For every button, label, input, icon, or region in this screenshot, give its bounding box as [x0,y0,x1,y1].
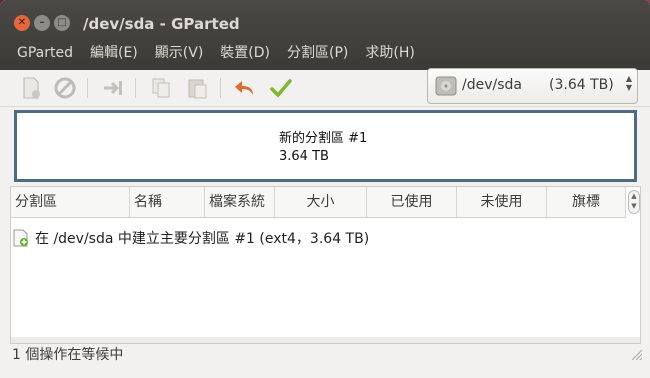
partition-map-label: 新的分割區 #1 3.64 TB [279,130,367,166]
column-used[interactable]: 已使用 [367,187,457,217]
menu-help[interactable]: 求助(H) [348,42,414,64]
menu-gparted[interactable]: GParted [0,42,73,64]
column-flags[interactable]: 旗標 [547,187,626,217]
resize-move-icon[interactable] [101,76,125,100]
undo-icon[interactable] [233,76,257,100]
close-icon[interactable]: ✕ [14,15,30,31]
gparted-window: ✕ – □ /dev/sda - GParted GParted 編輯(E) 顯… [0,0,650,378]
new-partition-icon[interactable] [19,76,43,100]
column-name[interactable]: 名稱 [130,187,205,217]
resize-grip-icon[interactable] [632,350,642,360]
list-item[interactable]: 在 /dev/sda 中建立主要分割區 #1 (ext4，3.64 TB) [13,227,369,249]
column-filesystem[interactable]: 檔案系統 [205,187,275,217]
window-controls: ✕ – □ [14,15,70,31]
copy-icon[interactable] [149,76,173,100]
minimize-icon[interactable]: – [34,15,50,31]
title-bar: ✕ – □ /dev/sda - GParted GParted 編輯(E) 顯… [0,0,650,70]
toolbar: /dev/sda (3.64 TB) ▲ ▼ [0,68,650,107]
delete-icon[interactable] [53,76,77,100]
paste-icon[interactable] [186,76,210,100]
partition-table: 分割區 名稱 檔案系統 大小 已使用 未使用 旗標 ▲ ▼ 在 /dev/sda … [10,186,641,344]
hard-disk-icon [434,74,458,98]
column-partition[interactable]: 分割區 [11,187,130,217]
partition-size: 3.64 TB [279,149,329,164]
device-path: /dev/sda [462,77,522,93]
table-header: 分割區 名稱 檔案系統 大小 已使用 未使用 旗標 [11,187,626,218]
window-title: /dev/sda - GParted [83,15,240,33]
status-bar: 1 個操作在等候中 [12,347,124,363]
menu-edit[interactable]: 編輯(E) [73,42,138,64]
partition-name: 新的分割區 #1 [279,131,368,146]
toolbar-separator [135,78,136,98]
vertical-scrollbar[interactable]: ▲ ▼ [627,187,640,217]
toolbar-separator [220,78,221,98]
operation-text: 在 /dev/sda 中建立主要分割區 #1 (ext4，3.64 TB) [35,231,370,247]
scroll-arrows-icon[interactable]: ▲ ▼ [628,190,640,214]
partition-map[interactable]: 新的分割區 #1 3.64 TB [14,110,637,182]
column-size[interactable]: 大小 [275,187,367,217]
menu-device[interactable]: 裝置(D) [203,42,270,64]
apply-icon[interactable] [269,76,293,100]
new-partition-operation-icon [13,229,29,247]
device-selector[interactable]: /dev/sda (3.64 TB) ▲ ▼ [427,68,638,104]
dropdown-arrows-icon: ▲ ▼ [625,74,632,92]
menu-view[interactable]: 顯示(V) [138,42,204,64]
maximize-icon[interactable]: □ [54,15,70,31]
menu-partition[interactable]: 分割區(P) [270,42,348,64]
device-size: (3.64 TB) [549,77,614,93]
menu-bar: GParted 編輯(E) 顯示(V) 裝置(D) 分割區(P) 求助(H) [0,42,415,64]
column-unused[interactable]: 未使用 [457,187,547,217]
toolbar-separator [87,78,88,98]
